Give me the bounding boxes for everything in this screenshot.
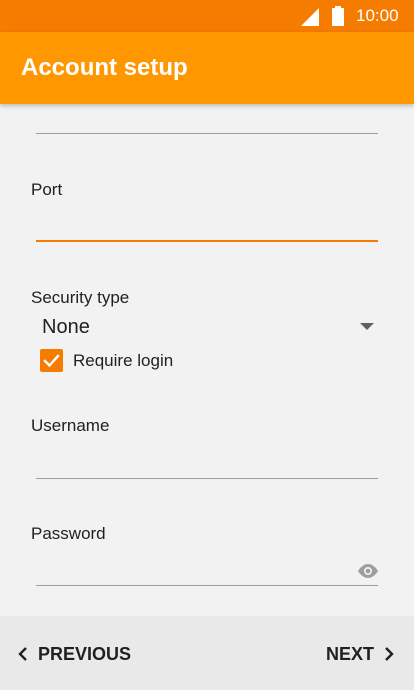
account-setup-form: Port Security type None Require login Us… [0, 104, 414, 616]
previous-field-underline[interactable] [36, 133, 378, 134]
require-login-label[interactable]: Require login [73, 351, 173, 371]
username-label: Username [31, 416, 110, 435]
chevron-left-icon [18, 647, 27, 661]
eye-icon[interactable] [356, 563, 380, 579]
port-label: Port [31, 180, 63, 199]
chevron-right-icon [385, 647, 394, 661]
password-input[interactable] [36, 585, 378, 586]
bottom-navigation-bar: PREVIOUS NEXT [0, 616, 414, 690]
previous-button[interactable]: PREVIOUS [16, 642, 131, 666]
status-time: 10:00 [356, 6, 399, 25]
username-input[interactable] [36, 478, 378, 479]
page-title: Account setup [21, 54, 188, 81]
next-button-label: NEXT [326, 643, 375, 664]
battery-icon [332, 6, 344, 26]
previous-button-label: PREVIOUS [38, 643, 132, 664]
security-type-select[interactable]: None [42, 315, 90, 339]
signal-icon [301, 8, 319, 26]
require-login-checkbox[interactable] [40, 349, 63, 372]
next-button[interactable]: NEXT [326, 642, 396, 666]
app-bar: Account setup [0, 32, 414, 104]
port-input[interactable] [36, 240, 378, 242]
checkmark-icon [43, 354, 60, 368]
dropdown-arrow-icon[interactable] [360, 323, 374, 330]
security-type-label: Security type [31, 288, 130, 307]
password-label: Password [31, 524, 106, 543]
status-bar: 10:00 [0, 0, 414, 32]
